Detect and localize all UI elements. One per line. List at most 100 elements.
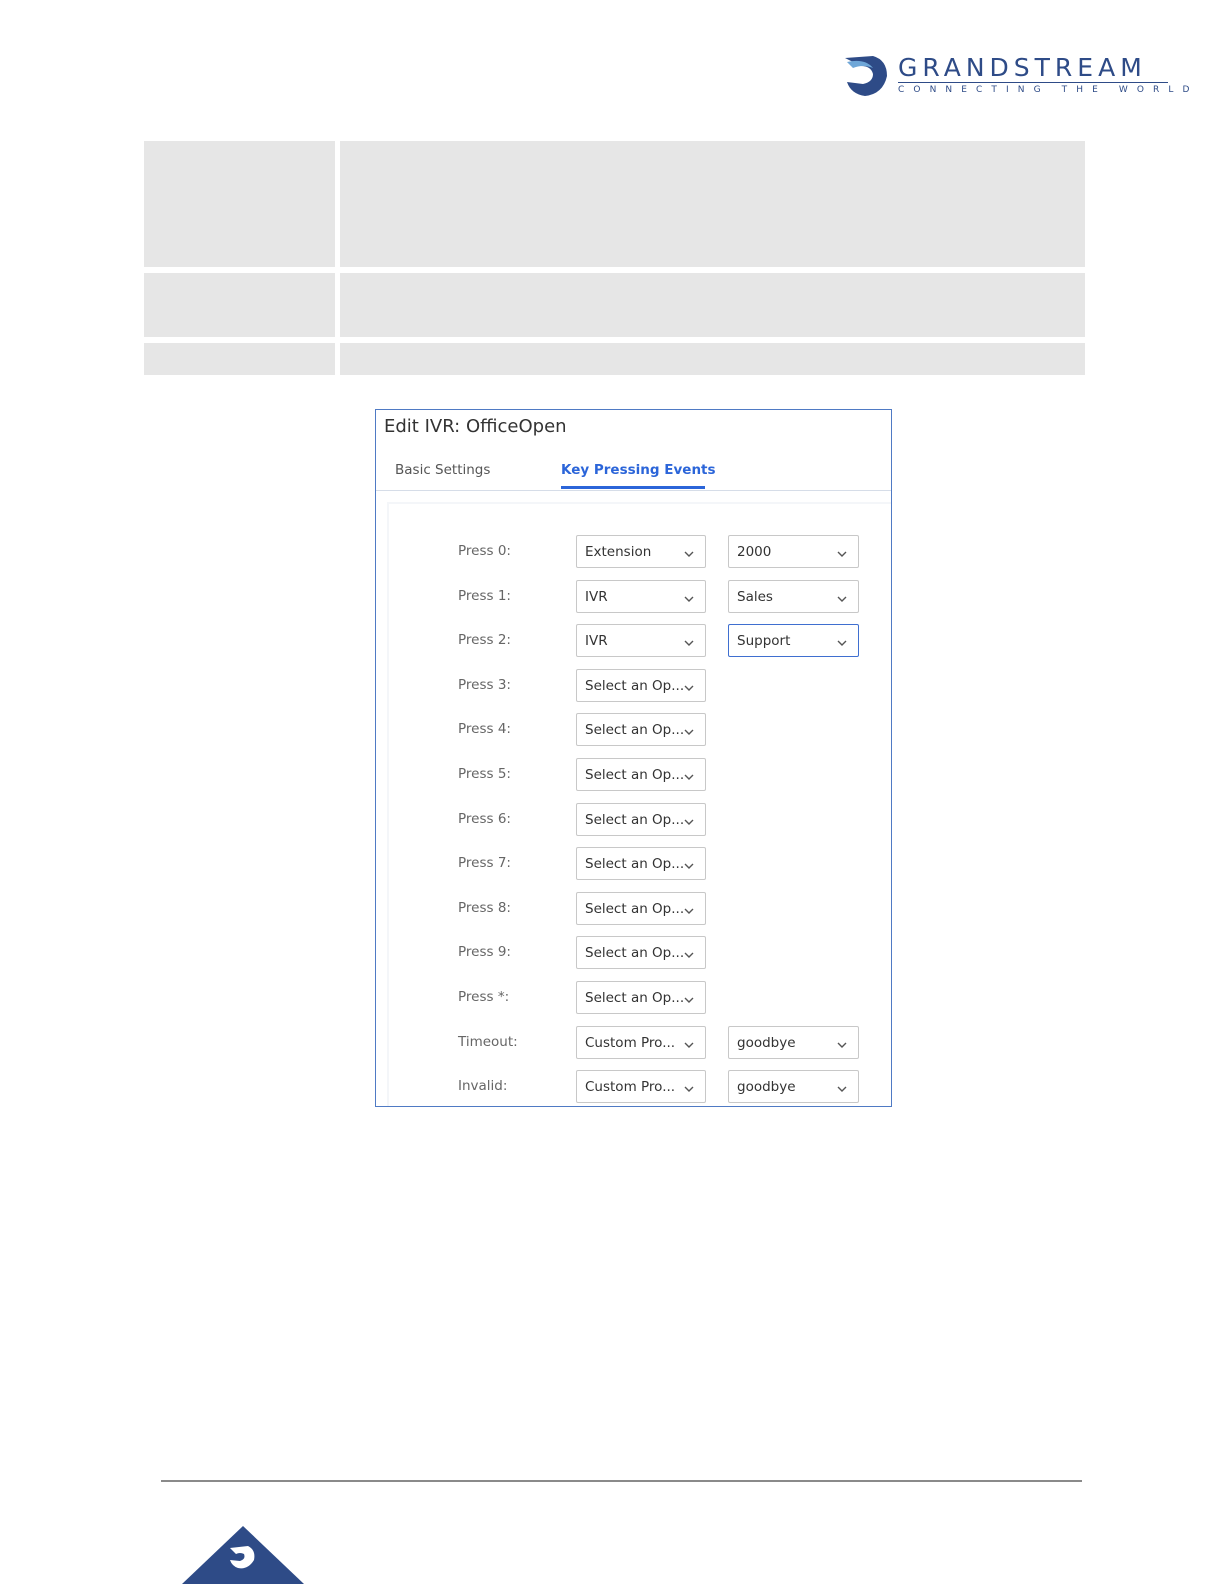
key-label: Press 3: (458, 676, 511, 693)
key-row: Press 6: Select an Op... (389, 802, 889, 837)
action-select-value: Custom Pro... (585, 1079, 676, 1096)
action-select-value: Custom Pro... (585, 1034, 676, 1051)
action-select[interactable]: Select an Op... (576, 668, 706, 702)
table-cell (144, 141, 335, 267)
key-row: Timeout: Custom Pro... goodbye (389, 1025, 889, 1060)
key-row: Press 8: Select an Op... (389, 891, 889, 926)
key-label: Press 7: (458, 855, 511, 872)
table-cell (340, 343, 1085, 375)
footer-divider (161, 1480, 1082, 1482)
action-select[interactable]: Select an Op... (576, 847, 706, 881)
key-label: Press *: (458, 989, 510, 1005)
target-select-value: 2000 (737, 544, 772, 560)
chevron-down-icon (683, 857, 695, 870)
key-events-list: Press 0: Extension 2000 Press 1: IVR Sales Pre… (389, 504, 891, 1106)
key-label: Timeout: (458, 1033, 518, 1050)
target-select-value: goodbye (737, 1034, 796, 1051)
action-select-value: Select an Op... (585, 722, 685, 739)
table-cell (144, 343, 335, 375)
grandstream-logo-icon (845, 56, 887, 96)
key-row: Press 0: Extension 2000 (389, 535, 889, 569)
chevron-down-icon (683, 902, 695, 914)
action-select[interactable]: Select an Op... (576, 758, 706, 791)
key-label: Press 1: (458, 587, 511, 604)
chevron-down-icon (683, 1036, 695, 1048)
target-select[interactable]: Sales (728, 579, 859, 613)
key-row: Press 2: IVR Support (389, 624, 889, 658)
action-select-value: Select an Op... (585, 990, 685, 1006)
key-row: Press 3: Select an Op... (389, 668, 889, 703)
tab-bar: Basic Settings Key Pressing Events (376, 454, 891, 491)
action-select-value: Select an Op... (585, 677, 685, 694)
action-select-value: Select an Op... (585, 767, 685, 783)
edit-ivr-dialog: Edit IVR: OfficeOpen Basic Settings Key … (375, 409, 892, 1107)
table-row (144, 273, 1085, 337)
chevron-down-icon (683, 813, 695, 825)
key-row: Press 7: Select an Op... (389, 847, 889, 881)
action-select[interactable]: Select an Op... (576, 936, 706, 970)
key-row: Press *: Select an Op... (389, 981, 889, 1015)
action-select-value: Select an Op... (585, 900, 685, 917)
key-row: Press 9: Select an Op... (389, 936, 889, 970)
key-row: Invalid: Custom Pro... goodbye (389, 1070, 889, 1104)
tab-basic-settings[interactable]: Basic Settings (395, 462, 490, 478)
active-tab-indicator (561, 486, 705, 489)
chevron-down-icon (683, 1080, 695, 1093)
table-cell (144, 273, 335, 337)
action-select[interactable]: Custom Pro... (576, 1070, 706, 1104)
action-select[interactable]: Extension (576, 535, 706, 568)
chevron-down-icon (836, 590, 848, 602)
chevron-down-icon (683, 634, 695, 647)
action-select[interactable]: Select an Op... (576, 713, 706, 747)
key-label: Press 5: (458, 766, 511, 782)
brand-tagline: CONNECTING THE WORLD (898, 85, 1199, 95)
action-select[interactable]: Select an Op... (576, 802, 706, 836)
key-row: Press 1: IVR Sales (389, 579, 889, 614)
action-select[interactable]: Select an Op... (576, 981, 706, 1014)
chevron-down-icon (683, 946, 695, 959)
grandstream-logo: GRANDSTREAM CONNECTING THE WORLD (843, 53, 1189, 100)
chevron-down-icon (683, 545, 695, 557)
table-cell (340, 141, 1085, 267)
key-row: Press 5: Select an Op... (389, 758, 889, 792)
action-select[interactable]: Select an Op... (576, 891, 706, 925)
action-select-value: Select an Op... (585, 811, 685, 828)
table-row (144, 141, 1085, 267)
dialog-title: Edit IVR: OfficeOpen (384, 416, 567, 437)
key-label: Press 8: (458, 899, 511, 916)
key-label: Invalid: (458, 1078, 508, 1095)
target-select-value: Sales (737, 588, 773, 605)
key-label: Press 4: (458, 721, 511, 738)
key-row: Press 4: Select an Op... (389, 713, 889, 747)
chevron-down-icon (836, 634, 848, 647)
key-label: Press 6: (458, 810, 511, 827)
chevron-down-icon (683, 768, 695, 780)
brand-name: GRANDSTREAM (898, 53, 1147, 82)
target-select[interactable]: goodbye (728, 1025, 859, 1059)
tab-key-pressing-events[interactable]: Key Pressing Events (561, 462, 716, 478)
chevron-down-icon (683, 723, 695, 736)
chevron-down-icon (836, 1036, 848, 1048)
parameter-table (144, 141, 1085, 381)
action-select[interactable]: IVR (576, 579, 706, 613)
chevron-down-icon (683, 590, 695, 602)
key-label: Press 9: (458, 944, 511, 961)
table-row (144, 343, 1085, 375)
action-select[interactable]: IVR (576, 624, 706, 658)
brand-divider (898, 82, 1168, 83)
action-select-value: Extension (585, 544, 652, 560)
table-cell (340, 273, 1085, 337)
action-select[interactable]: Custom Pro... (576, 1025, 706, 1059)
target-select[interactable]: 2000 (728, 535, 859, 568)
target-select-value: goodbye (737, 1079, 796, 1096)
key-label: Press 0: (458, 543, 511, 559)
target-select[interactable]: goodbye (728, 1070, 859, 1104)
key-events-panel: Press 0: Extension 2000 Press 1: IVR Sales Pre… (387, 502, 891, 1106)
footer-logo-icon (182, 1526, 304, 1584)
action-select-value: IVR (585, 633, 608, 650)
target-select[interactable]: Support (728, 624, 859, 658)
action-select-value: IVR (585, 588, 608, 605)
chevron-down-icon (683, 991, 695, 1003)
key-label: Press 2: (458, 632, 511, 649)
target-select-value: Support (737, 633, 791, 650)
